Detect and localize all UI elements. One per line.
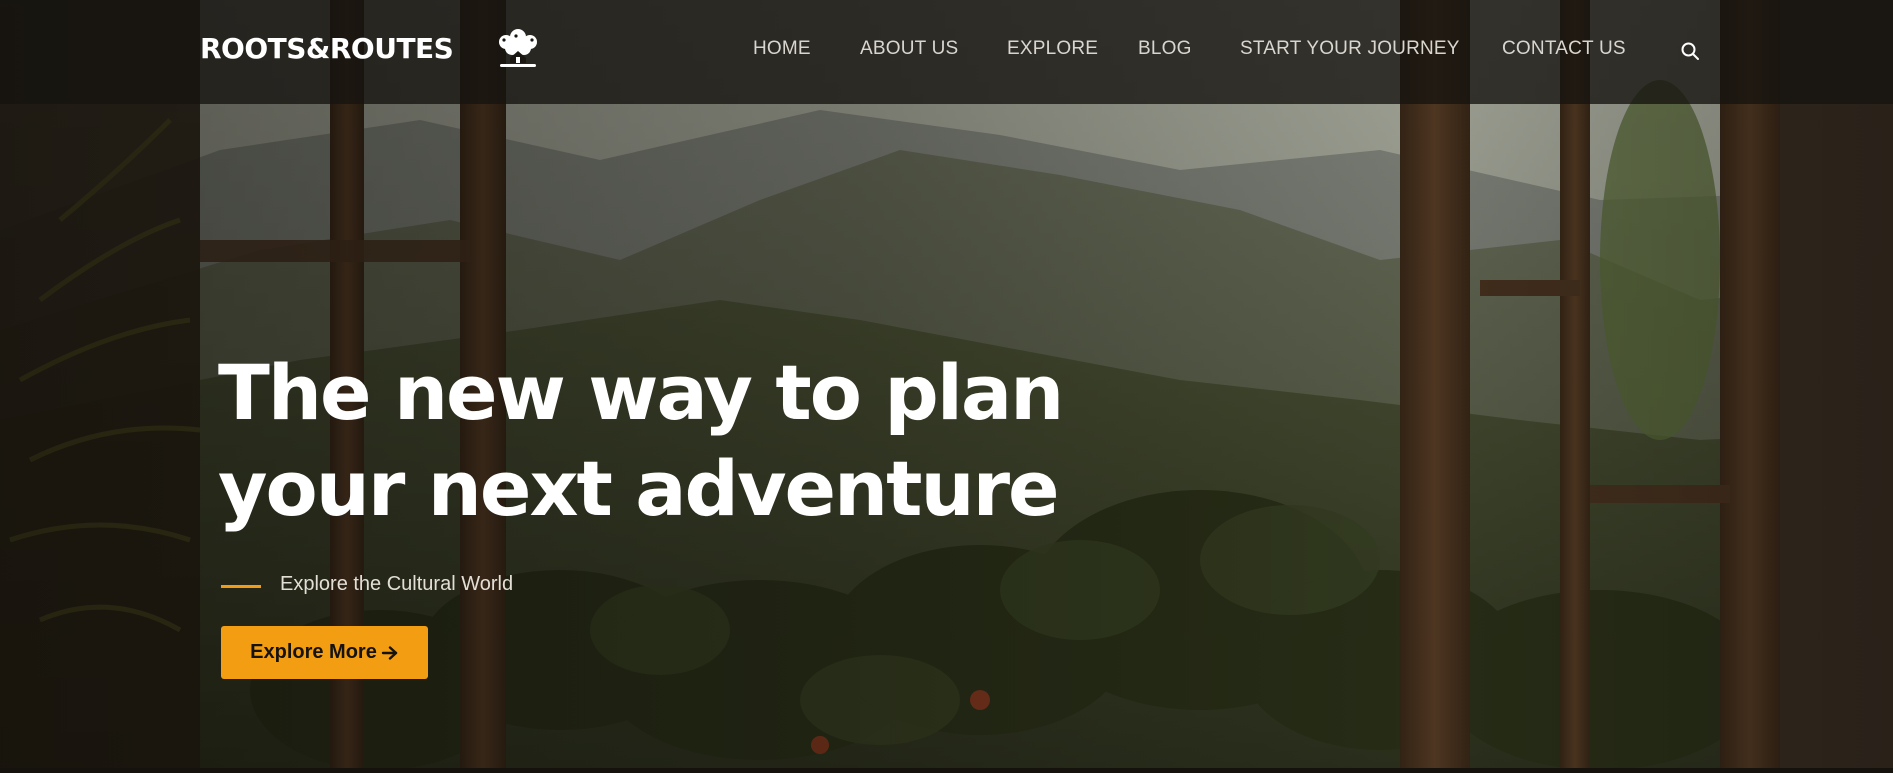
hero-headline-line-2: your next adventure — [218, 444, 1060, 533]
search-icon[interactable] — [1680, 41, 1700, 61]
tree-house-icon[interactable] — [494, 28, 542, 72]
nav-item-explore[interactable]: EXPLORE — [1007, 38, 1098, 60]
explore-more-button[interactable]: Explore More — [221, 626, 428, 679]
explore-more-label: Explore More — [250, 641, 377, 663]
arrow-right-icon — [381, 645, 398, 660]
nav-item-contact-us[interactable]: CONTACT US — [1502, 38, 1626, 60]
nav-item-about-us[interactable]: ABOUT US — [860, 38, 958, 60]
hero-headline: The new way to plan your next adventure — [218, 345, 1118, 537]
nav-item-blog[interactable]: BLOG — [1138, 38, 1192, 60]
brand-logo-text[interactable]: ROOTS&ROUTES — [200, 32, 454, 65]
site-header: ROOTS&ROUTES HOME ABOUT US EXPLORE BLOG … — [0, 0, 1893, 104]
hero-headline-line-1: The new way to plan — [218, 348, 1064, 437]
tagline-accent-line — [221, 585, 261, 588]
nav-item-start-your-journey[interactable]: START YOUR JOURNEY — [1240, 38, 1460, 60]
hero-tagline: Explore the Cultural World — [280, 573, 514, 595]
nav-item-home[interactable]: HOME — [753, 38, 811, 60]
page-bottom-edge — [0, 768, 1893, 773]
